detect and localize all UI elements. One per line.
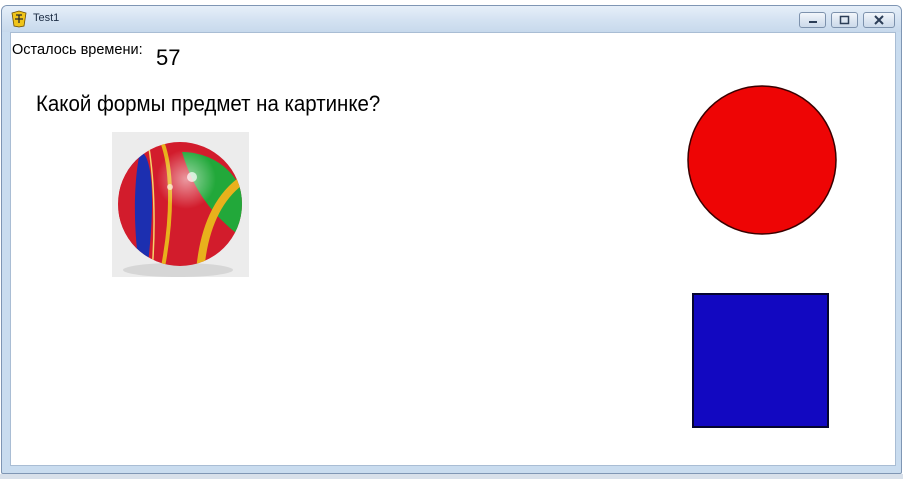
circle-answer[interactable] — [687, 85, 837, 235]
question-text: Какой формы предмет на картинке? — [36, 91, 381, 116]
app-window: Test1 Осталось времени: 57 Какой формы п — [1, 5, 902, 474]
taskbar-edge — [0, 474, 903, 479]
maximize-button[interactable] — [831, 12, 858, 28]
desktop: Test1 Осталось времени: 57 Какой формы п — [0, 0, 903, 479]
title-bar[interactable]: Test1 — [2, 6, 901, 32]
ball-photo — [112, 132, 249, 277]
minimize-button[interactable] — [799, 12, 826, 28]
close-button[interactable] — [863, 12, 895, 28]
maximize-icon — [839, 15, 850, 25]
timer-value: 57 — [156, 45, 181, 70]
square-shape — [692, 293, 829, 428]
window-title: Test1 — [33, 12, 60, 24]
form-client-area: Осталось времени: 57 Какой формы предмет… — [10, 32, 896, 466]
app-icon — [11, 10, 27, 28]
minimize-icon — [809, 21, 817, 23]
timer-label: Осталось времени: — [12, 42, 143, 58]
close-icon — [874, 15, 884, 25]
circle-shape — [687, 85, 837, 235]
square-answer[interactable] — [692, 293, 829, 428]
